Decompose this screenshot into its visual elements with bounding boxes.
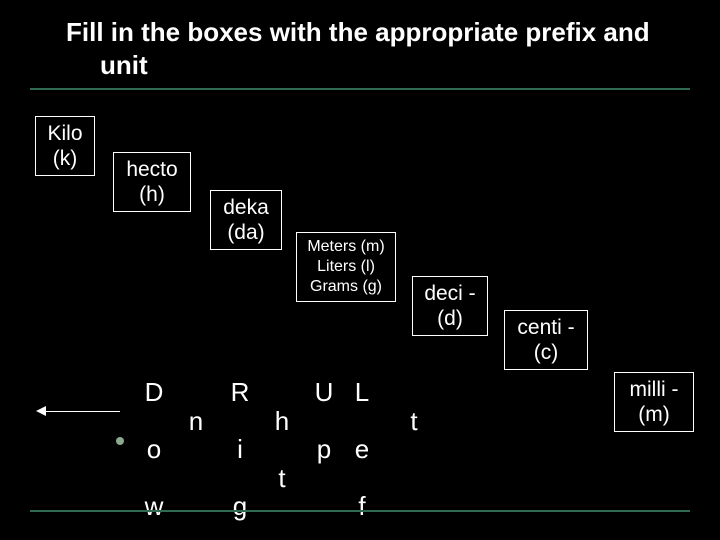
box-kilo-label: Kilo <box>42 121 88 146</box>
box-deci: deci - (d) <box>412 276 488 336</box>
letter: e <box>348 435 376 464</box>
letter <box>348 407 376 436</box>
letter <box>400 378 428 407</box>
box-centi-label: centi - <box>511 315 581 340</box>
box-hecto-label: hecto <box>120 157 184 182</box>
arrow-left-head-icon <box>36 406 46 416</box>
letter: h <box>268 407 296 436</box>
box-milli-symbol: (m) <box>621 402 687 427</box>
box-deka-label: deka <box>217 195 275 220</box>
box-hecto-symbol: (h) <box>120 182 184 207</box>
letter: U <box>310 378 338 407</box>
arrow-left-line <box>46 411 120 412</box>
box-base-units: Meters (m) Liters (l) Grams (g) <box>296 232 396 302</box>
letter: w <box>140 492 168 521</box>
letter <box>268 378 296 407</box>
mnemonic-col-5: U p <box>310 378 338 521</box>
letter <box>182 378 210 407</box>
letter <box>182 492 210 521</box>
box-milli: milli - (m) <box>614 372 694 432</box>
letter: n <box>182 407 210 436</box>
box-deci-label: deci - <box>419 281 481 306</box>
slide: Fill in the boxes with the appropriate p… <box>0 0 720 540</box>
box-centi: centi - (c) <box>504 310 588 370</box>
mnemonic-col-2: n <box>182 378 210 521</box>
mnemonic-col-1: D o w <box>140 378 168 521</box>
base-liters: Liters (l) <box>303 257 389 277</box>
letter: D <box>140 378 168 407</box>
letter <box>268 435 296 464</box>
arrow-origin-dot-icon <box>116 437 124 445</box>
title-underline <box>30 88 690 90</box>
letter: f <box>348 492 376 521</box>
letter <box>310 407 338 436</box>
letter <box>310 464 338 493</box>
letter: t <box>268 464 296 493</box>
letter: i <box>226 435 254 464</box>
letter <box>400 435 428 464</box>
mnemonic-col-3: R i g <box>226 378 254 521</box>
mnemonic-col-6: L e f <box>348 378 376 521</box>
letter <box>226 464 254 493</box>
letter <box>268 492 296 521</box>
letter <box>226 407 254 436</box>
box-centi-symbol: (c) <box>511 340 581 365</box>
letter: g <box>226 492 254 521</box>
box-kilo-symbol: (k) <box>42 146 88 171</box>
letter: p <box>310 435 338 464</box>
letter: t <box>400 407 428 436</box>
box-hecto: hecto (h) <box>113 152 191 212</box>
box-deka-symbol: (da) <box>217 220 275 245</box>
base-meters: Meters (m) <box>303 237 389 257</box>
letter <box>310 492 338 521</box>
mnemonic-col-4: h t <box>268 378 296 521</box>
slide-title: Fill in the boxes with the appropriate p… <box>36 16 684 81</box>
letter <box>182 464 210 493</box>
letter <box>182 435 210 464</box>
bottom-underline <box>30 510 690 512</box>
box-deci-symbol: (d) <box>419 306 481 331</box>
letter <box>140 464 168 493</box>
letter: R <box>226 378 254 407</box>
letter: L <box>348 378 376 407</box>
base-grams: Grams (g) <box>303 277 389 297</box>
letter <box>348 464 376 493</box>
box-kilo: Kilo (k) <box>35 116 95 176</box>
mnemonic-col-7: t <box>400 378 428 521</box>
letter <box>140 407 168 436</box>
letter <box>400 492 428 521</box>
letter: o <box>140 435 168 464</box>
box-milli-label: milli - <box>621 377 687 402</box>
box-deka: deka (da) <box>210 190 282 250</box>
letter <box>400 464 428 493</box>
